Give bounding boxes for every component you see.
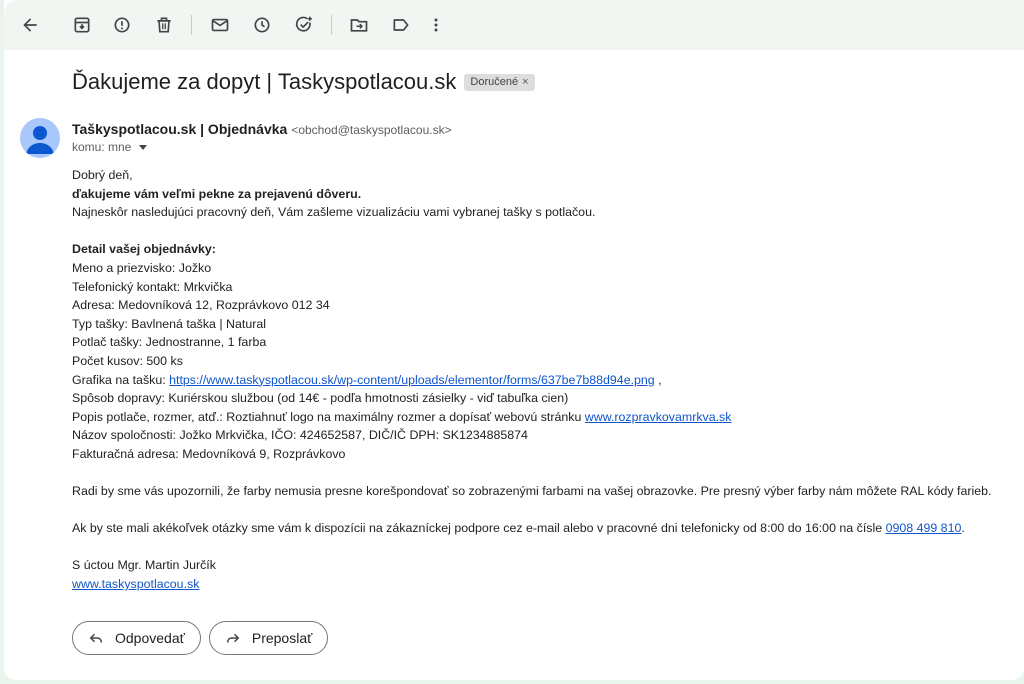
thanks-line: ďakujeme vám veľmi pekne za prejavenú dô… [72, 186, 362, 201]
recipient-details[interactable]: komu: mne [72, 140, 148, 154]
label-icon[interactable] [387, 11, 415, 39]
subject-row: Ďakujeme za dopyt | Taskyspotlacou.sk Do… [72, 68, 535, 96]
detail-phone: Telefonický kontakt: Mrkvička [72, 279, 233, 294]
toolbar-divider [331, 15, 332, 35]
archive-icon[interactable] [68, 11, 96, 39]
message-toolbar [4, 0, 1024, 50]
support-line: Ak by ste mali akékoľvek otázky sme vám … [72, 519, 1012, 538]
reply-button[interactable]: Odpovedať [72, 621, 201, 655]
forward-icon [226, 633, 240, 643]
description-link[interactable]: www.rozpravkovamrkva.sk [585, 410, 732, 424]
detail-description: Popis potlače, rozmer, atď.: Roztiahnuť … [72, 408, 1012, 427]
website-link[interactable]: www.taskyspotlacou.sk [72, 577, 199, 591]
detail-shipping: Spôsob dopravy: Kuriérskou službou (od 1… [72, 391, 569, 406]
detail-graphic: Grafika na tašku: https://www.taskyspotl… [72, 371, 1012, 390]
email-body: Dobrý deň, ďakujeme vám veľmi pekne za p… [72, 166, 1012, 594]
delete-icon[interactable] [150, 11, 178, 39]
reply-icon [89, 633, 102, 643]
more-options-icon[interactable] [422, 11, 450, 39]
detail-billing: Fakturačná adresa: Medovníková 9, Rozprá… [72, 446, 346, 461]
recipient-text: komu: mne [72, 140, 132, 154]
move-to-icon[interactable] [345, 11, 373, 39]
toolbar-divider [191, 15, 192, 35]
detail-print: Potlač tašky: Jednostranne, 1 farba [72, 335, 267, 350]
support-suffix: . [961, 521, 965, 536]
email-subject: Ďakujeme za dopyt | Taskyspotlacou.sk [72, 69, 457, 94]
graphic-label: Grafika na tašku: [72, 372, 170, 387]
description-label: Popis potlače, rozmer, atď.: Roztiahnuť … [72, 409, 585, 424]
detail-bag-type: Typ tašky: Bavlnená taška | Natural [72, 316, 266, 331]
colors-note: Radi by sme vás upozornili, že farby nem… [72, 484, 992, 499]
reply-actions: Odpovedať Preposlať [72, 621, 329, 655]
remove-label-icon[interactable]: × [522, 76, 528, 88]
sender-email: <obchod@taskyspotlacou.sk> [291, 123, 452, 137]
avatar[interactable] [20, 118, 60, 158]
greeting: Dobrý deň, [72, 168, 133, 182]
intro-line: Najneskôr nasledujúci pracovný deň, Vám … [72, 205, 596, 220]
reply-label: Odpovedať [115, 630, 185, 646]
detail-company: Názov spoločnosti: Jožko Mrkvička, IČO: … [72, 428, 528, 443]
signature: S úctou Mgr. Martin Jurčík [72, 558, 216, 573]
support-phone-link[interactable]: 0908 499 810 [886, 521, 962, 535]
sender-name: Taškyspotlacou.sk | Objednávka [72, 121, 288, 137]
label-text: Doručené [470, 76, 519, 88]
sender-line: Taškyspotlacou.sk | Objednávka <obchod@ta… [72, 121, 452, 137]
inbox-label-chip[interactable]: Doručené × [464, 73, 535, 91]
graphic-suffix: , [654, 372, 662, 387]
email-panel: Ďakujeme za dopyt | Taskyspotlacou.sk Do… [4, 0, 1024, 680]
report-spam-icon[interactable] [108, 11, 136, 39]
detail-heading: Detail vašej objednávky: [72, 242, 216, 257]
mark-unread-icon[interactable] [206, 11, 234, 39]
person-icon [26, 126, 54, 154]
add-to-tasks-icon[interactable] [290, 11, 318, 39]
forward-button[interactable]: Preposlať [208, 621, 329, 655]
website-line: www.taskyspotlacou.sk [72, 575, 1012, 594]
snooze-icon[interactable] [248, 11, 276, 39]
detail-address: Adresa: Medovníková 12, Rozprávkovo 012 … [72, 298, 330, 313]
forward-label: Preposlať [251, 630, 313, 646]
back-arrow-icon[interactable] [16, 11, 44, 39]
chevron-down-icon[interactable] [139, 144, 148, 150]
detail-name: Meno a priezvisko: Jožko [72, 260, 212, 275]
detail-count: Počet kusov: 500 ks [72, 353, 183, 368]
graphic-link[interactable]: https://www.taskyspotlacou.sk/wp-content… [169, 373, 655, 387]
support-text: Ak by ste mali akékoľvek otázky sme vám … [72, 521, 886, 536]
